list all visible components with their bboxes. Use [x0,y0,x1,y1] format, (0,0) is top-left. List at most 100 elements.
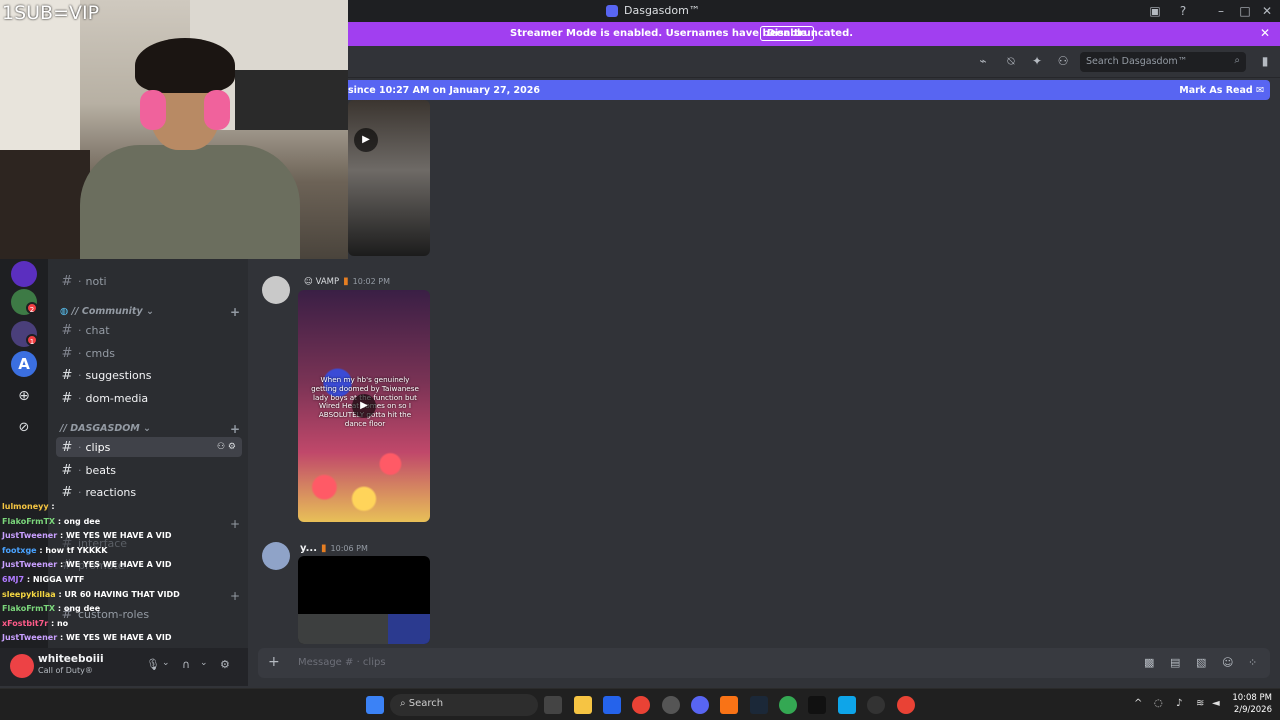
terminal-icon[interactable] [808,696,826,714]
pin-icon[interactable]: ✦ [1030,54,1044,68]
task-view-icon[interactable] [544,696,562,714]
mark-as-read-label: Mark As Read [1179,85,1253,96]
apps-icon[interactable]: ⁘ [1248,656,1257,669]
help-icon[interactable]: ? [1174,2,1192,20]
add-channel-icon[interactable]: + [230,305,240,319]
badge-icon: ▮ [343,276,349,287]
channel-beats[interactable]: # · beats [56,460,242,480]
windows-start-icon[interactable] [366,696,384,714]
add-channel-icon[interactable]: + [230,422,240,436]
windows-taskbar: ⌕ Search ^ ◌ ♪ ≋ ◄ 10:08 PM 2/9/2026 [0,688,1280,720]
banner-close-icon[interactable]: ✕ [1260,26,1270,40]
steam-icon[interactable] [750,696,768,714]
add-channel-icon[interactable]: + [230,517,240,531]
microphone-icon[interactable]: 🎙︎ [146,658,160,671]
video-frame [298,614,388,644]
user-name[interactable]: whiteeboiii [38,653,104,665]
app-icon[interactable] [838,696,856,714]
avatar[interactable] [10,654,34,678]
microphone-icon[interactable]: ♪ [1176,698,1182,709]
app-icon[interactable] [720,696,738,714]
sticker-icon[interactable]: ▧ [1196,656,1206,669]
chat-text: : ong dee [57,516,101,526]
channel-noti[interactable]: # · noti [56,271,242,291]
chevron-down-icon[interactable]: ⌄ [162,658,170,668]
chevron-up-icon[interactable]: ^ [1134,698,1142,709]
headphones-icon[interactable]: ∩ [182,658,190,671]
discord-taskbar-icon[interactable] [691,696,709,714]
channel-settings-icon[interactable]: ⚇ ⚙ [217,442,236,452]
new-messages-bar[interactable]: since 10:27 AM on January 27, 2026 Mark … [348,80,1270,100]
chrome-icon[interactable] [897,696,915,714]
channel-cmds[interactable]: # · cmds [56,343,242,363]
store-icon[interactable] [603,696,621,714]
add-channel-icon[interactable]: + [230,589,240,603]
webcam-overlay: 1SUB=VIP [0,0,348,259]
video-attachment[interactable]: ▶ [348,100,430,256]
category-community[interactable]: ◍ // Community ⌄ + [60,305,240,319]
channel-chat[interactable]: # · chat [56,320,242,340]
add-server-icon[interactable]: ⊕ [11,383,37,409]
taskbar-search[interactable]: ⌕ Search [390,694,538,716]
notification-bell-icon[interactable]: ⍉ [1004,54,1018,68]
message-header: ☺ VAMP ▮ 10:02 PM [300,276,390,287]
discord-icon [606,4,618,17]
taskbar-search-label: Search [408,698,444,709]
message-composer[interactable]: + Message # · clips ▩ ▤ ▧ ☺ ⁘ [258,648,1270,678]
chat-user: lulmoneyy [2,502,49,511]
video-attachment[interactable] [298,556,430,644]
channel-reactions[interactable]: # · reactions [56,482,242,502]
category-dasgasdom[interactable]: // DASGASDOM ⌄ + [60,422,240,436]
chat-user: JustTweener [2,531,58,541]
add-attachment-icon[interactable]: + [268,654,280,670]
threads-icon[interactable]: ⌁ [976,54,990,68]
file-explorer-icon[interactable] [574,696,592,714]
app-icon[interactable] [867,696,885,714]
new-messages-since: since 10:27 AM on January 27, 2026 [348,85,540,96]
gif-icon[interactable]: ▤ [1170,656,1180,669]
video-attachment[interactable]: When my hb's genuinely getting doomed by… [298,290,430,522]
inbox-icon[interactable]: ▮ [1258,54,1272,68]
search-input[interactable]: Search Dasgasdom™ ⌕ [1080,52,1246,72]
play-icon[interactable]: ▶ [352,394,376,418]
chat-text: : WE YES WE HAVE A VID [59,560,172,570]
category-label: // DASGASDOM [60,423,140,434]
gift-icon[interactable]: ▩ [1144,656,1154,669]
message-time: 10:02 PM [352,277,390,286]
volume-icon[interactable]: ◄ [1212,698,1220,709]
chrome-icon[interactable] [779,696,797,714]
close-icon[interactable]: ✕ [1258,2,1276,20]
wifi-icon[interactable]: ≋ [1196,698,1204,709]
channel-clips[interactable]: # · clips ⚇ ⚙ [56,437,242,457]
server-icon[interactable]: A [11,351,37,377]
avatar[interactable] [262,542,290,570]
streamer-mode-banner: Streamer Mode is enabled. Usernames have… [348,22,1280,46]
channel-header: ⌁ ⍉ ✦ ⚇ Search Dasgasdom™ ⌕ ▮ [348,46,1280,78]
avatar[interactable] [262,276,290,304]
channel-label: reactions [85,485,137,499]
play-icon[interactable]: ▶ [354,128,378,152]
members-icon[interactable]: ⚇ [1056,54,1070,68]
emoji-icon[interactable]: ☺ [1222,656,1233,669]
minimize-icon[interactable]: – [1212,2,1230,20]
search-icon: ⌕ [1234,55,1240,66]
disable-button[interactable]: Disable [760,26,814,41]
network-icon[interactable]: ◌ [1154,698,1163,709]
server-icon[interactable] [11,261,37,287]
message-author[interactable]: y... [300,543,317,554]
hashtag-icon: # [61,367,73,383]
channel-dom-media[interactable]: # · dom-media [56,388,242,408]
chevron-down-icon[interactable]: ⌄ [200,658,208,668]
gear-icon[interactable]: ⚙ [220,658,230,671]
maximize-icon[interactable]: □ [1236,2,1254,20]
mark-as-read-button[interactable]: Mark As Read ✉ [1179,85,1264,96]
globe-icon: ◍ [60,306,69,317]
discover-icon[interactable]: ⊘ [11,415,37,441]
chrome-icon[interactable] [632,696,650,714]
screen-share-icon[interactable]: ▣ [1146,2,1164,20]
app-icon[interactable] [662,696,680,714]
channel-label: clips [85,440,111,454]
taskbar-clock[interactable]: 10:08 PM 2/9/2026 [1232,692,1272,716]
chat-line: JustTweener : WE YES WE HAVE A VID [2,558,182,573]
channel-suggestions[interactable]: # · suggestions [56,365,242,385]
